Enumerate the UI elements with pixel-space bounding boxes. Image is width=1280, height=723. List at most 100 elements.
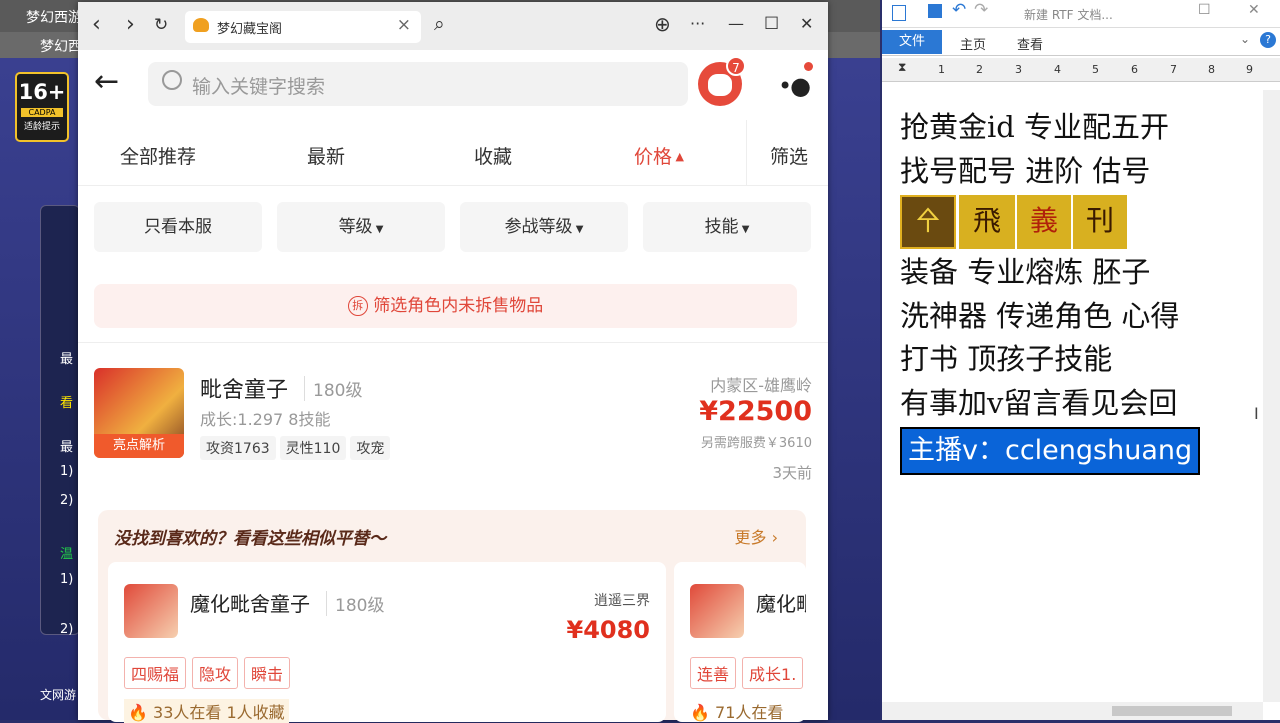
filter-level[interactable]: 等级 ▼ bbox=[277, 202, 445, 252]
indent-marker-icon[interactable]: ⧗ bbox=[898, 60, 906, 75]
redo-icon[interactable]: ↷ bbox=[974, 0, 988, 20]
globe-icon[interactable]: ⊕ bbox=[654, 12, 671, 36]
similar-section: 没找到喜欢的？看看这些相似平替～ 更多 › 魔化毗舍童子 180级 逍遥三界 ¥… bbox=[98, 510, 806, 723]
game-side-panel bbox=[40, 205, 80, 635]
filter-label: 等级 bbox=[338, 217, 373, 237]
ruler-tick: 9 bbox=[1246, 63, 1253, 76]
help-icon[interactable]: ? bbox=[1260, 32, 1276, 48]
forward-icon[interactable]: › bbox=[126, 12, 135, 37]
text-cursor-icon: I bbox=[1254, 404, 1259, 423]
browser-search-icon[interactable]: ⌕ bbox=[434, 13, 445, 35]
back-icon[interactable]: ‹ bbox=[92, 12, 101, 37]
item-tag: 攻宠 bbox=[350, 436, 391, 460]
card-tag: 成长1. bbox=[742, 657, 804, 689]
doc-icon bbox=[892, 5, 906, 21]
doc-line: 找号配号 进阶 估号 bbox=[900, 153, 1151, 188]
tab-view[interactable]: 查看 bbox=[1017, 34, 1043, 53]
tab-price[interactable]: 价格 ▲ bbox=[634, 142, 684, 169]
tab-title: 梦幻藏宝阁 bbox=[217, 22, 283, 37]
game-title: 梦幻西游 bbox=[26, 10, 82, 26]
browser-toolbar: ‹ › ↻ 梦幻藏宝阁 × ⌕ ⊕ ··· — ☐ ✕ bbox=[78, 2, 828, 50]
browser-popup: ‹ › ↻ 梦幻藏宝阁 × ⌕ ⊕ ··· — ☐ ✕ ← 输入关键字搜索 7 … bbox=[78, 2, 828, 723]
ruler-tick: 6 bbox=[1131, 63, 1138, 76]
card-level: 180级 bbox=[326, 591, 384, 616]
tab-filter[interactable]: 筛选 bbox=[770, 142, 808, 169]
card-tag: 隐攻 bbox=[192, 657, 239, 689]
fire-icon: 🔥 bbox=[128, 703, 148, 722]
dropdown-icon: ▼ bbox=[572, 224, 584, 235]
card-name: 魔化毗舍童子 bbox=[190, 592, 310, 616]
more-label: 更多 bbox=[734, 528, 767, 547]
ribbon-tabs: 文件 主页 查看 ⌄ ? bbox=[882, 28, 1280, 56]
similar-card[interactable]: 魔化毗 连善成长1. 🔥 71人在看 bbox=[674, 562, 806, 722]
game-side-text: 看 bbox=[60, 396, 74, 411]
highlighted-text: 主播v：cclengshuang bbox=[900, 427, 1201, 475]
game-side-text: 最 bbox=[60, 352, 74, 367]
scroll-thumb[interactable] bbox=[1112, 706, 1232, 716]
back-arrow-icon[interactable]: ← bbox=[94, 64, 119, 99]
reload-icon[interactable]: ↻ bbox=[154, 15, 168, 35]
maximize-icon[interactable]: ☐ bbox=[764, 14, 779, 34]
card-tag: 四赐福 bbox=[124, 657, 187, 689]
horizontal-scrollbar[interactable] bbox=[882, 702, 1263, 720]
save-icon[interactable] bbox=[928, 4, 942, 18]
ruler-tick: 4 bbox=[1054, 63, 1061, 76]
tab-close-icon[interactable]: × bbox=[397, 15, 411, 35]
filter-label: 技能 bbox=[704, 217, 739, 237]
ruler[interactable]: ⧗ 1 2 3 4 5 6 7 8 9 bbox=[882, 58, 1280, 82]
collapse-ribbon-icon[interactable]: ⌄ bbox=[1240, 32, 1250, 46]
vertical-scrollbar[interactable] bbox=[1263, 90, 1280, 702]
tab-newest[interactable]: 最新 bbox=[307, 142, 345, 169]
restore-icon[interactable]: ☐ bbox=[1198, 2, 1211, 18]
dropdown-icon: ▼ bbox=[372, 224, 384, 235]
item-growth: 成长:1.297 8技能 bbox=[200, 410, 331, 429]
more-link[interactable]: 更多 › bbox=[735, 524, 779, 548]
doc-line: 打书 顶孩子技能 bbox=[900, 342, 1113, 376]
ruler-tick: 8 bbox=[1208, 63, 1215, 76]
item-server: 内蒙区-雄鹰岭 bbox=[710, 376, 812, 395]
close-icon[interactable]: ✕ bbox=[1248, 2, 1260, 18]
game-tab-bar-right bbox=[828, 32, 880, 58]
card-tag: 连善 bbox=[690, 657, 737, 689]
tab-favorites[interactable]: 收藏 bbox=[474, 142, 512, 169]
game-side-text: 2) bbox=[60, 493, 74, 508]
card-tags: 连善 成长1. bbox=[690, 657, 806, 689]
tab-logo-icon bbox=[193, 18, 209, 32]
tab-divider bbox=[746, 120, 747, 186]
card-stats: 🔥 71人在看 bbox=[690, 699, 783, 722]
filter-label: 参战等级 bbox=[504, 217, 573, 237]
age-org: CADPA bbox=[21, 108, 63, 117]
document-body[interactable]: 抢黄金id 专业配五开 找号配号 进阶 估号 㐃 飛 義 刊 装备 专业熔炼 胚… bbox=[900, 106, 1260, 475]
game-side-text: 1) bbox=[60, 464, 74, 479]
filter-this-server[interactable]: 只看本服 bbox=[94, 202, 262, 252]
game-tab[interactable]: 梦幻西 bbox=[40, 39, 82, 55]
browser-tab[interactable]: 梦幻藏宝阁 × bbox=[185, 11, 421, 43]
listing-item[interactable]: 亮点解析 毗舍童子 180级 成长:1.297 8技能 攻资1763 灵性110 攻… bbox=[78, 352, 828, 492]
menu-red-dot bbox=[804, 62, 813, 71]
more-icon[interactable]: ··· bbox=[690, 14, 705, 33]
divider bbox=[78, 342, 828, 343]
unsplit-notice[interactable]: 拆 筛选角色内未拆售物品 bbox=[94, 284, 797, 328]
item-time: 3天前 bbox=[772, 464, 812, 482]
undo-icon[interactable]: ↶ bbox=[952, 0, 966, 20]
similar-card[interactable]: 魔化毗舍童子 180级 逍遥三界 ¥4080 四赐福 隐攻 瞬击 🔥 33人在看 1… bbox=[108, 562, 666, 723]
filter-skills[interactable]: 技能 ▼ bbox=[643, 202, 811, 252]
game-side-text: 温 bbox=[60, 547, 74, 562]
tab-all-recommend[interactable]: 全部推荐 bbox=[120, 142, 196, 169]
tab-home[interactable]: 主页 bbox=[960, 34, 986, 53]
sort-up-icon: ▲ bbox=[672, 150, 684, 163]
highlight-badge[interactable]: 亮点解析 bbox=[94, 434, 184, 458]
tab-file[interactable]: 文件 bbox=[882, 30, 942, 54]
menu-dots-icon[interactable]: •● bbox=[778, 72, 811, 100]
search-input[interactable]: 输入关键字搜索 bbox=[148, 62, 688, 106]
skill-icon: 飛 bbox=[959, 195, 1015, 249]
editor-title-bar: ↶ ↷ 新建 RTF 文档... ☐ ✕ bbox=[882, 0, 1280, 28]
close-icon[interactable]: ✕ bbox=[800, 14, 813, 33]
search-placeholder: 输入关键字搜索 bbox=[192, 76, 326, 98]
filter-battle-level[interactable]: 参战等级 ▼ bbox=[460, 202, 628, 252]
card-name: 魔化毗 bbox=[756, 592, 806, 616]
minimize-icon[interactable]: — bbox=[728, 14, 744, 33]
card-stats-text: 71人在看 bbox=[715, 703, 784, 722]
message-badge: 7 bbox=[726, 56, 746, 76]
item-level: 180级 bbox=[304, 376, 362, 401]
